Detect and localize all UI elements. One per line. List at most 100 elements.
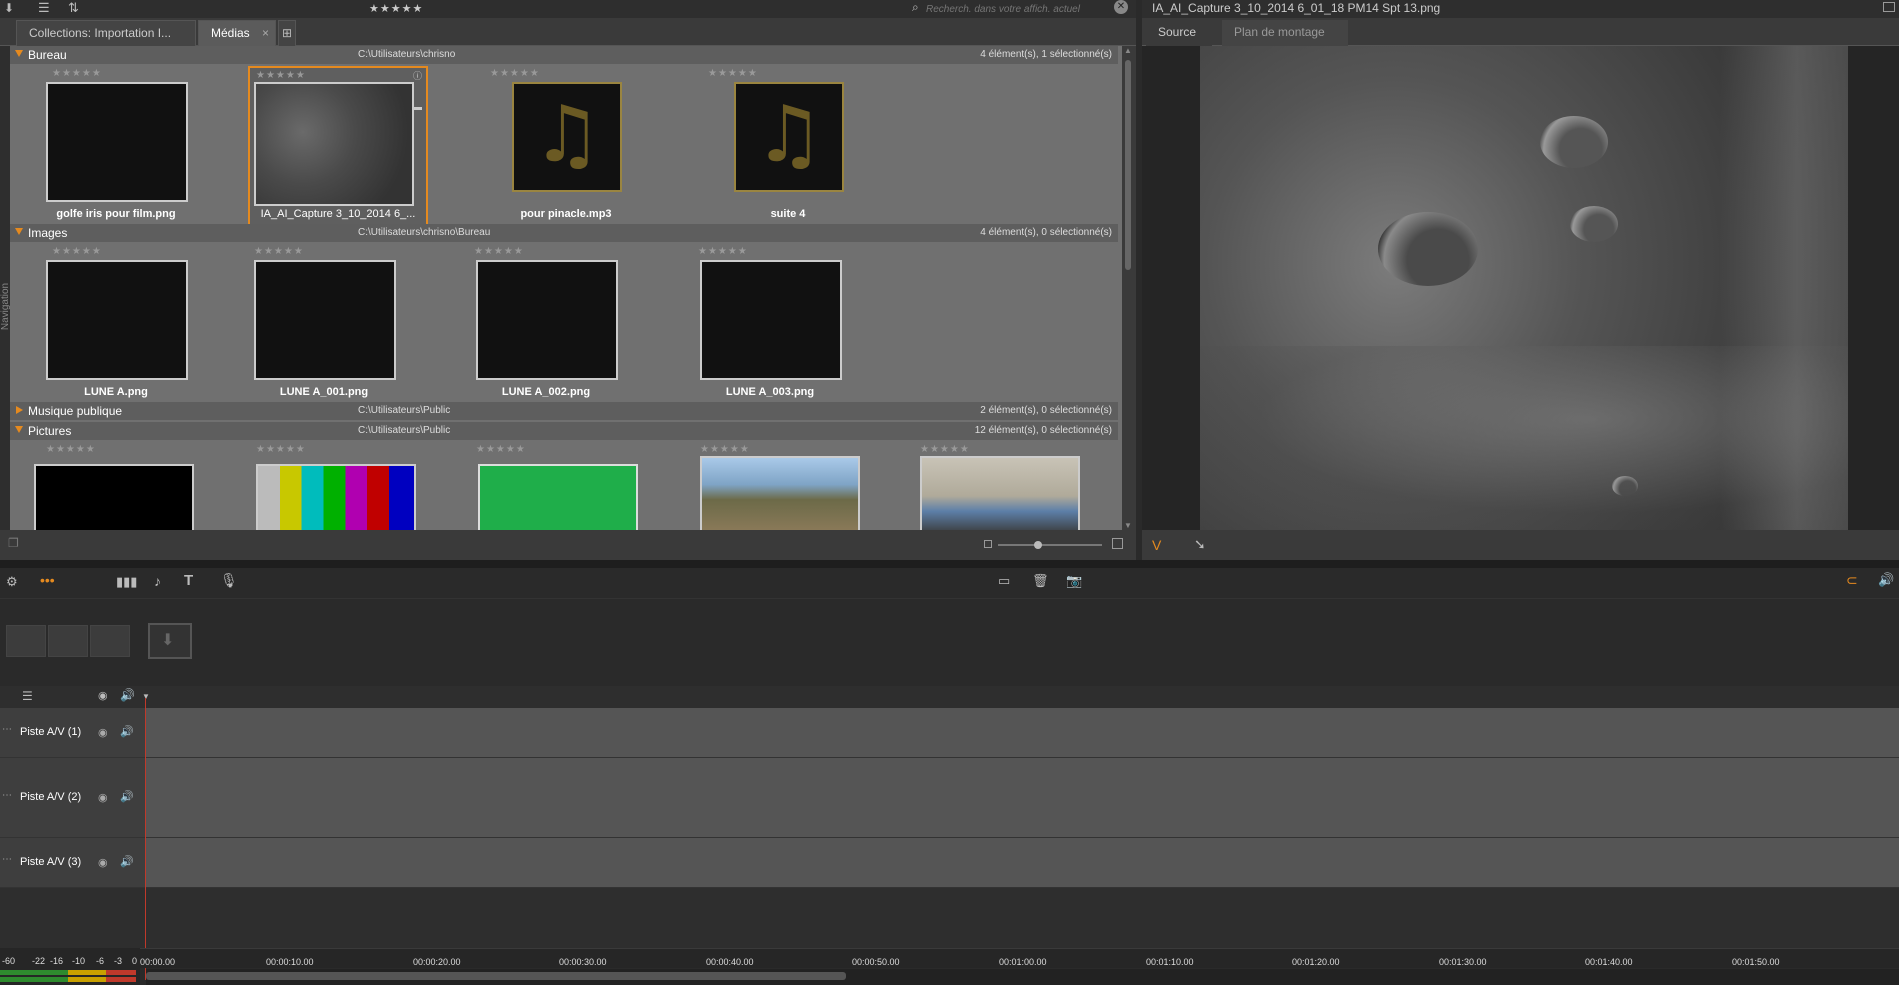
group-header-pictures[interactable]: Pictures C:\Utilisateurs\Public 12 éléme… [10,422,1118,440]
navigation-strip[interactable]: Navigation [0,46,11,534]
media-item[interactable]: ★★★★★ [690,442,870,530]
library-scrollbar[interactable]: ▲ ▼ [1122,46,1134,530]
media-item[interactable]: ★★★★★ golfe iris pour film.png [26,66,206,226]
zoom-small-icon[interactable] [984,540,992,548]
rating-stars[interactable]: ★★★★★ [476,444,526,455]
speaker-icon[interactable]: 🔊 [120,688,135,702]
tab-plan-de-montage[interactable]: Plan de montage [1222,20,1348,46]
eye-icon[interactable]: ◉ [98,689,108,702]
timeline-track[interactable]: ⋯ Piste A/V (1) ◉ 🔊 [0,708,1899,758]
import-icon[interactable]: ⬇ [4,1,14,15]
rating-stars[interactable]: ★★★★★ [52,68,102,79]
rating-stars[interactable]: ★★★★★ [52,246,102,257]
storyboard-slot[interactable] [90,625,130,657]
media-item[interactable]: ★★★★★ ♫ pour pinacle.mp3 [468,66,648,226]
send-to-timeline-icon[interactable]: ➘ [1194,536,1206,553]
rating-stars[interactable]: ★★★★★ [708,68,758,79]
storyboard-slot[interactable] [6,625,46,657]
timeline-track[interactable]: ⋯ Piste A/V (2) ◉ 🔊 [0,758,1899,838]
music-icon[interactable]: ♪ [154,573,161,589]
track-header[interactable]: ⋯ Piste A/V (2) ◉ 🔊 [0,758,146,837]
storyboard-icon[interactable]: ▭ [998,573,1010,589]
media-item[interactable]: ★★★★★ [910,442,1090,530]
storyboard-slot[interactable] [48,625,88,657]
timeline-empty-area[interactable] [0,888,1899,948]
group-header-bureau[interactable]: Bureau C:\Utilisateurs\chrisno 4 élément… [10,46,1118,64]
media-item[interactable]: ★★★★★ LUNE A_002.png [468,244,648,404]
maximize-icon[interactable] [1883,2,1895,12]
scroll-up-icon[interactable]: ▲ [1124,46,1132,55]
tab-collections[interactable]: Collections: Importation I... [16,20,196,46]
timeline-track[interactable]: ⋯ Piste A/V (3) ◉ 🔊 [0,838,1899,888]
search-input[interactable] [926,1,1116,17]
group-header-musique-publique[interactable]: Musique publique C:\Utilisateurs\Public … [10,402,1118,420]
speaker-icon[interactable]: 🔊 [120,855,134,868]
playhead[interactable] [145,698,146,980]
scroll-thumb[interactable] [1125,60,1131,270]
rating-stars[interactable]: ★★★★★ [920,444,970,455]
search-icon[interactable]: ⌕ [912,0,919,15]
trash-icon[interactable]: 🗑 [1032,573,1049,589]
scroll-down-icon[interactable]: ▼ [1124,521,1132,530]
rating-stars[interactable]: ★★★★★ [700,444,750,455]
rating-stars[interactable]: ★★★★★ [254,246,304,257]
scroll-thumb[interactable] [146,972,846,980]
track-header[interactable]: ⋯ Piste A/V (1) ◉ 🔊 [0,708,146,757]
speaker-icon[interactable]: 🔊 [120,725,134,738]
eye-icon[interactable]: ◉ [98,856,108,869]
rating-stars[interactable]: ★★★★★ [490,68,540,79]
rating-stars[interactable]: ★★★★★ [698,246,748,257]
zoom-slider[interactable] [998,541,1102,549]
list-view-icon[interactable]: ☰ [38,0,50,16]
media-item-selected[interactable]: ★★★★★ ⓘ ▬ IA_AI_Capture 3_10_2014 6_... [248,66,428,226]
tab-medias[interactable]: Médias × [198,20,276,46]
storyboard-import-button[interactable]: ⬇ [148,623,192,659]
title-icon[interactable]: T [184,572,193,589]
timeline-scrollbar[interactable] [146,969,1899,985]
audio-mixer-icon[interactable]: ▮▮▮ [116,574,137,590]
preview-viewport[interactable] [1142,46,1899,530]
media-item[interactable]: ★★★★★ [248,442,428,530]
v-label[interactable]: V [1152,537,1161,553]
expand-arrow-icon[interactable] [15,50,23,57]
media-item[interactable]: ★★★★★ LUNE A.png [26,244,206,404]
snapshot-icon[interactable]: 📷 [1066,573,1082,589]
drag-handle-icon[interactable]: ⋯ [2,854,12,865]
media-item[interactable]: ★★★★★ [26,442,206,530]
rating-filter[interactable]: ★★★★★ [369,2,423,15]
expand-arrow-icon[interactable] [15,228,23,235]
speaker-icon[interactable]: 🔊 [120,790,134,803]
sort-icon[interactable]: ⇅ [68,0,79,16]
panel-splitter[interactable] [0,560,1899,568]
rating-stars[interactable]: ★★★★★ [256,70,306,81]
group-header-images[interactable]: Images C:\Utilisateurs\chrisno\Bureau 4 … [10,224,1118,242]
media-item[interactable]: ★★★★★ ♫ suite 4 [690,66,870,226]
add-tab-button[interactable]: ⊞ [278,20,296,46]
collapse-arrow-icon[interactable] [16,406,23,414]
rating-stars[interactable]: ★★★★★ [46,444,96,455]
info-icon[interactable]: ⓘ [413,69,422,82]
drag-handle-icon[interactable]: ⋯ [2,724,12,735]
stack-icon[interactable]: ❐ [8,536,19,550]
media-item[interactable]: ★★★★★ LUNE A_003.png [690,244,870,404]
settings-icon[interactable]: ⚙ [6,574,18,590]
time-ruler[interactable]: 00:00.00 00:00:10.00 00:00:20.00 00:00:3… [0,948,1899,968]
zoom-slider-handle[interactable] [1034,541,1042,549]
rating-stars[interactable]: ★★★★★ [474,246,524,257]
volume-icon[interactable]: 🔊 [1878,572,1894,588]
media-item[interactable]: ★★★★★ [468,442,648,530]
zoom-large-icon[interactable] [1112,538,1123,549]
eye-icon[interactable]: ◉ [98,726,108,739]
magnet-icon[interactable]: ⊂ [1846,572,1858,589]
track-header[interactable]: ⋯ Piste A/V (3) ◉ 🔊 [0,838,146,887]
microphone-icon[interactable]: 🎙 [220,572,238,589]
expand-arrow-icon[interactable] [15,426,23,433]
media-item[interactable]: ★★★★★ LUNE A_001.png [248,244,428,404]
drag-handle-icon[interactable]: ⋯ [2,790,12,801]
track-list-icon[interactable]: ☰ [22,689,33,703]
tab-close-icon[interactable]: × [262,21,269,45]
rating-stars[interactable]: ★★★★★ [256,444,306,455]
eye-icon[interactable]: ◉ [98,791,108,804]
tab-source[interactable]: Source [1146,20,1212,46]
more-options-icon[interactable]: ••• [40,572,55,588]
